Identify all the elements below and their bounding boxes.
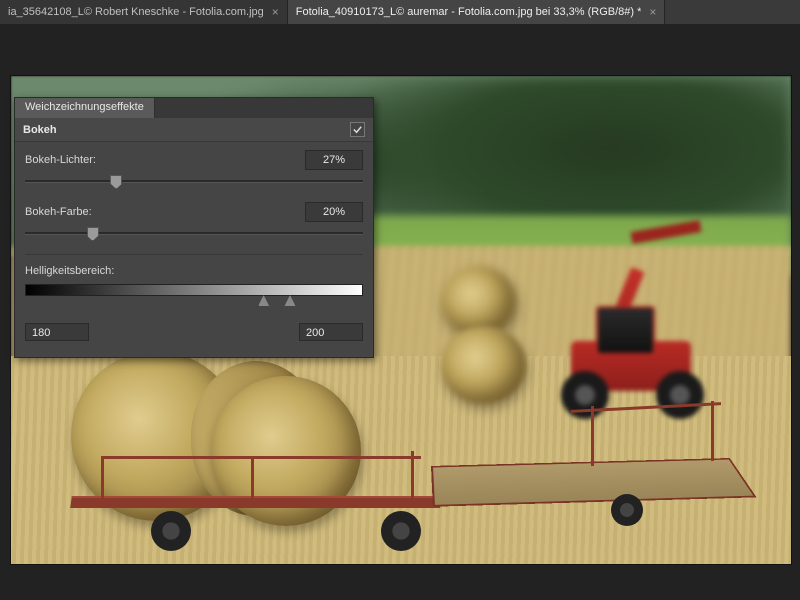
gradient-track [25,284,363,296]
tab-label: ia_35642108_L© Robert Kneschke - Fotolia… [8,6,264,18]
slider-track [25,232,363,235]
section-title: Bokeh [23,124,57,136]
panel-tab[interactable]: Weichzeichnungseffekte [15,98,155,118]
slider-value-input[interactable]: 20% [305,202,363,222]
panel-section-header[interactable]: Bokeh [15,118,373,142]
range-thumb-high[interactable] [284,295,296,307]
check-icon [352,124,363,135]
bokeh-light-control: Bokeh-Lichter: 27% [25,150,363,188]
bokeh-color-slider[interactable] [25,226,363,240]
document-tab[interactable]: Fotolia_40910173_L© auremar - Fotolia.co… [288,0,666,24]
photo-tractor [541,251,751,421]
slider-value-input[interactable]: 27% [305,150,363,170]
document-tabbar: ia_35642108_L© Robert Kneschke - Fotolia… [0,0,800,25]
close-icon[interactable]: × [649,5,656,19]
blur-effects-panel: Weichzeichnungseffekte Bokeh Bokeh-Licht… [14,97,374,358]
tab-label: Fotolia_40910173_L© auremar - Fotolia.co… [296,6,642,18]
range-label: Helligkeitsbereich: [25,265,114,277]
photo-haybale [441,326,526,404]
document-tab[interactable]: ia_35642108_L© Robert Kneschke - Fotolia… [0,0,288,24]
brightness-range-control: Helligkeitsbereich: 180 200 [25,265,363,341]
separator [25,254,363,255]
slider-thumb[interactable] [87,227,99,241]
photo-trailer [71,456,751,546]
slider-thumb[interactable] [110,175,122,189]
panel-tab-row: Weichzeichnungseffekte [15,98,373,118]
range-low-input[interactable]: 180 [25,323,89,341]
slider-label: Bokeh-Farbe: [25,206,92,218]
bokeh-color-control: Bokeh-Farbe: 20% [25,202,363,240]
brightness-range-slider[interactable] [25,281,363,307]
panel-body: Bokeh-Lichter: 27% Bokeh-Farbe: 20% [15,142,373,357]
slider-label: Bokeh-Lichter: [25,154,96,166]
bokeh-light-slider[interactable] [25,174,363,188]
slider-track [25,180,363,183]
close-icon[interactable]: × [272,5,279,19]
canvas-area: Weichzeichnungseffekte Bokeh Bokeh-Licht… [0,25,800,600]
range-thumb-low[interactable] [258,295,270,307]
range-high-input[interactable]: 200 [299,323,363,341]
section-checkbox[interactable] [350,122,365,137]
